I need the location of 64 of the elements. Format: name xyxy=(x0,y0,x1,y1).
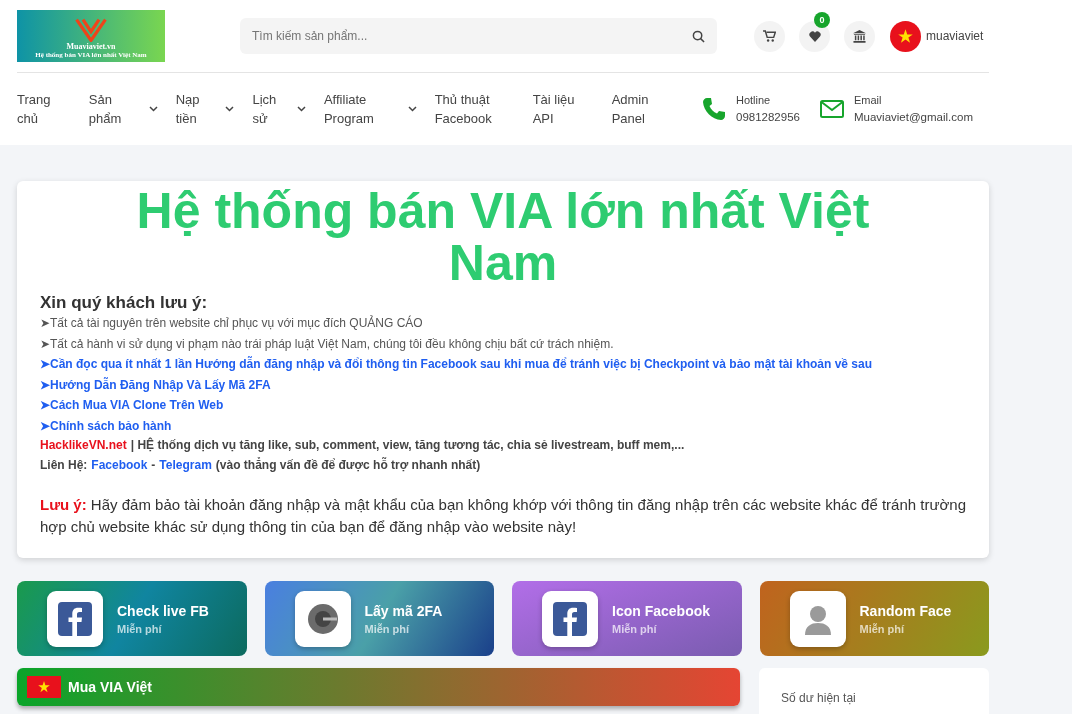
guide-link[interactable]: ➤Cần đọc qua ít nhất 1 lần Hướng dẫn đăng nhập và đổi thông tin Facebook sau khi mua để tránh việc bị Checkpoint và bảo mật tài khoản về sau xyxy=(40,357,872,371)
facebook-icon xyxy=(58,601,92,636)
tool-card[interactable]: Check live FB Miễn phí xyxy=(17,581,247,656)
warning-text: Lưu ý: Hãy đảm bảo tài khoản đăng nhập và mật khẩu của bạn không khớp với thông tin đăng nhập trên các website khác để tránh trường hợp chủ website khác sử dụng thông tin của bạn để đăng nhập vào website này! xyxy=(40,495,966,537)
tool-name: Lấy mã 2FA xyxy=(364,602,443,619)
contact-label: Hotline xyxy=(736,93,772,108)
contact-label: Email xyxy=(853,93,883,108)
contact-label: Liên Hệ: xyxy=(40,456,88,474)
nav-link[interactable]: Trang chủ xyxy=(17,90,71,128)
tool-price: Miễn phí xyxy=(364,622,411,635)
cart-icon xyxy=(763,30,776,42)
tool-name: Icon Facebook xyxy=(612,602,711,619)
vietnam-flag-icon xyxy=(27,676,61,698)
page-title: Hệ thống bán VIA lớn nhất Việt Nam xyxy=(135,185,871,289)
nav-link[interactable]: Thủ thuật Facebook xyxy=(434,90,515,128)
mail-icon xyxy=(819,100,844,118)
notice-line: ➤Tất cả tài nguyên trên website chỉ phục vụ với mục đích QUẢNG CÁO xyxy=(40,316,423,330)
facebook-icon xyxy=(553,601,587,636)
contact-value: Muaviaviet@gmail.com xyxy=(853,110,973,125)
partner-text: | HỆ thống dịch vụ tăng like, sub, comment, view, tăng tương tác, chia sẻ livestream, buff mem,... xyxy=(130,436,685,454)
notice-line: ➤Tất cả hành vi sử dụng vi phạm nào trái pháp luật Việt Nam, chúng tôi đều không chịu bất cứ trách nhiệm. xyxy=(40,336,614,351)
chevron-down-icon xyxy=(148,106,158,112)
buy-via-banner[interactable]: Mua VIA Việt xyxy=(17,668,740,706)
tool-price: Miễn phí xyxy=(612,622,658,635)
bank-icon xyxy=(853,29,866,43)
nav-link[interactable]: Tài liệu API xyxy=(532,90,594,128)
separator-text: - xyxy=(151,456,156,474)
contact-note: (vào thẳng vấn đề để được hỗ trợ nhanh nhất) xyxy=(215,456,481,474)
logo-name: Muaviaviet.vn xyxy=(66,42,116,51)
tool-price: Miễn phí xyxy=(117,622,163,635)
search-field[interactable]: Tìm kiếm sản phẩm... xyxy=(240,18,717,54)
flag-avatar-icon[interactable] xyxy=(890,20,921,52)
guide-link[interactable]: ➤Cách Mua VIA Clone Trên Web xyxy=(40,398,224,412)
nav-link[interactable]: Admin Panel xyxy=(611,90,680,128)
tool-name: Check live FB xyxy=(117,602,209,619)
chevron-down-icon xyxy=(225,106,235,112)
balance-label: Số dư hiện tại xyxy=(781,691,856,705)
tool-card[interactable]: Lấy mã 2FA Miễn phí xyxy=(264,581,494,656)
bank-button[interactable] xyxy=(844,20,875,52)
tool-card[interactable]: Random Face Miễn phí xyxy=(759,581,989,656)
notice-heading: Xin quý khách lưu ý: xyxy=(40,293,209,313)
search-icon xyxy=(692,30,705,43)
telegram-link[interactable]: Telegram xyxy=(159,455,212,475)
nav-link[interactable]: Nạp tiền xyxy=(175,90,235,128)
chevron-down-icon xyxy=(296,106,306,112)
username[interactable]: muaviaviet xyxy=(926,29,984,43)
tool-name: Random Face xyxy=(859,602,952,619)
authenticator-icon xyxy=(306,602,339,635)
partner-link[interactable]: HacklikeVN.net xyxy=(40,436,127,456)
cart-button[interactable] xyxy=(754,20,785,52)
contact-value: 0981282956 xyxy=(736,110,800,125)
heart-icon xyxy=(808,30,821,42)
nav-link[interactable]: Affiliate Program xyxy=(323,90,417,128)
chevron-down-icon xyxy=(407,106,417,112)
guide-link[interactable]: ➤Chính sách bảo hành xyxy=(40,418,172,433)
phone-icon xyxy=(702,97,726,121)
nav-link[interactable]: Sản phẩm xyxy=(88,90,158,128)
nav-link[interactable]: Lịch sử xyxy=(252,90,306,128)
tool-price: Miễn phí xyxy=(859,622,906,635)
tool-card[interactable]: Icon Facebook Miễn phí xyxy=(512,581,742,656)
wishlist-count: 0 xyxy=(814,11,830,28)
guide-link[interactable]: ➤Hướng Dẫn Đăng Nhập Và Lấy Mã 2FA xyxy=(40,377,271,392)
facebook-link[interactable]: Facebook xyxy=(91,455,148,475)
v-logo-icon xyxy=(74,18,108,42)
